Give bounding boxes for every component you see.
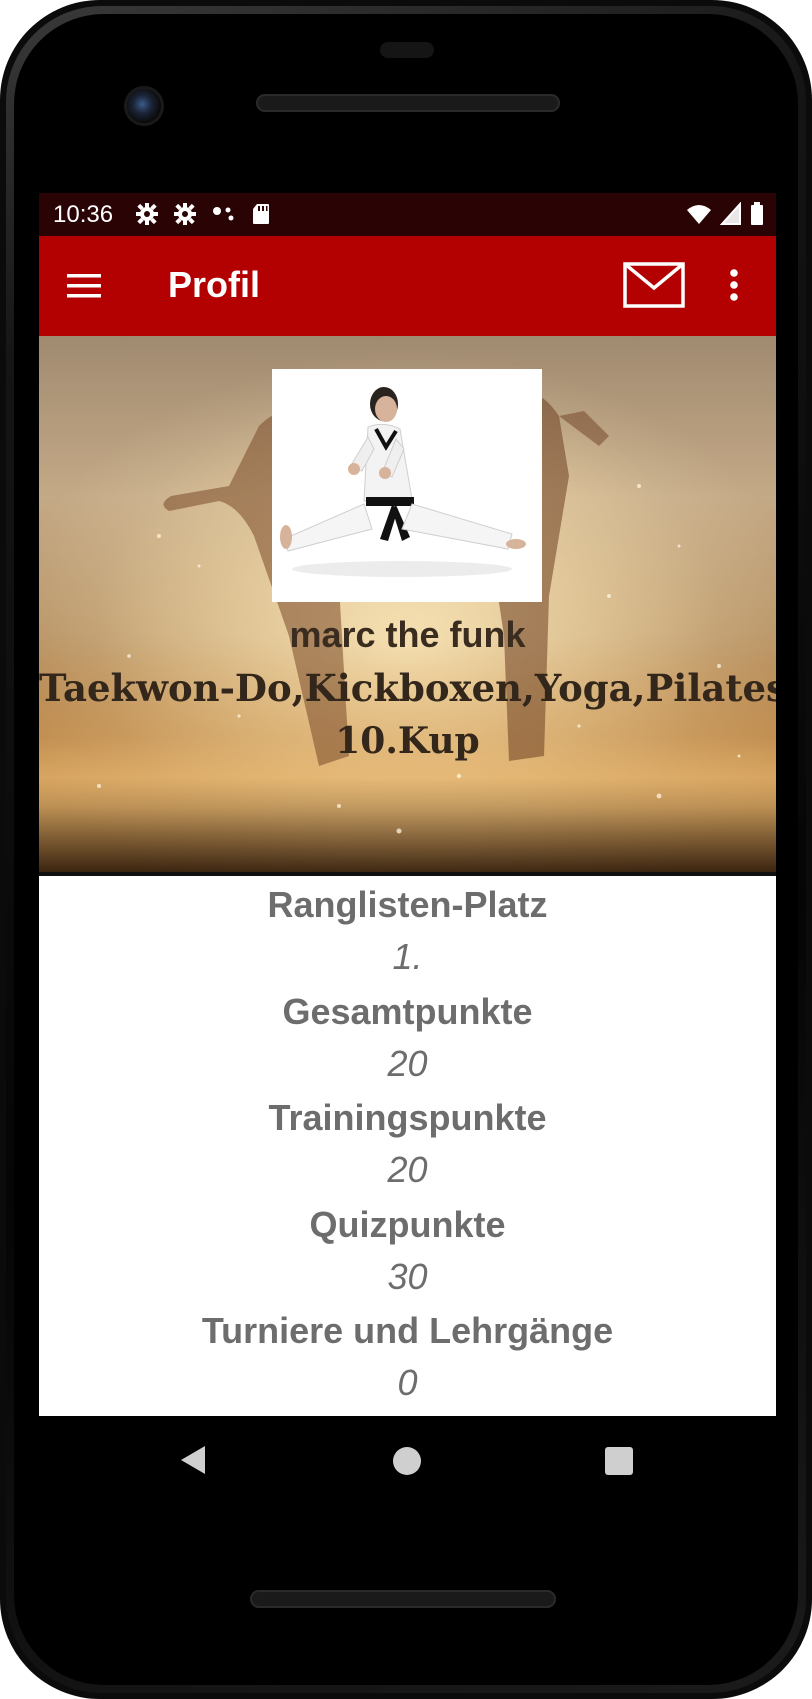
mail-envelope-icon [623, 262, 685, 308]
stat-value-quiz-points: 30 [387, 1256, 428, 1297]
overflow-menu-button[interactable] [719, 262, 749, 308]
front-camera [127, 89, 161, 123]
back-button[interactable] [175, 1440, 215, 1480]
bottom-speaker [250, 1590, 556, 1608]
status-bar: 10:36 [39, 193, 776, 236]
stats-panel: Ranglisten-Platz 1. Gesamtpunkte 20 Trai… [39, 876, 776, 1416]
page-title: Profil [168, 264, 261, 305]
stat-value-ranking: 1. [392, 936, 423, 977]
stat-value-total-points: 20 [387, 1043, 428, 1084]
profile-header: marc the funk Taekwon-Do,Kickboxen,Yoga,… [39, 336, 776, 872]
more-vertical-icon [730, 269, 738, 301]
stat-label-quiz-points: Quizpunkte [309, 1204, 506, 1245]
screen: 10:36 Profil marc the funk Taekwon-Do,Ki… [39, 193, 776, 1416]
wifi-icon [687, 205, 711, 224]
recent-apps-square-icon [605, 1447, 633, 1475]
system-navigation-bar [39, 1416, 776, 1506]
profile-sports: Taekwon-Do,Kickboxen,Yoga,Pilates [39, 666, 776, 710]
home-button[interactable] [388, 1442, 426, 1480]
proximity-sensor [380, 42, 434, 58]
status-icons-left [135, 202, 271, 226]
stat-value-training-points: 20 [387, 1149, 428, 1190]
menu-button[interactable] [61, 263, 107, 309]
home-circle-icon [393, 1447, 421, 1475]
recent-apps-button[interactable] [600, 1442, 638, 1480]
back-triangle-icon [181, 1446, 205, 1474]
settings-gear-icon [136, 203, 158, 225]
dots-icon [213, 207, 234, 221]
battery-icon [751, 202, 763, 225]
phone-frame: 10:36 Profil marc the funk Taekwon-Do,Ki… [0, 0, 812, 1699]
stat-label-tournaments: Turniere und Lehrgänge [201, 1310, 614, 1351]
signal-icon [720, 202, 741, 225]
settings-gear-icon [174, 203, 196, 225]
messages-button[interactable] [623, 262, 685, 308]
sd-card-icon [253, 204, 269, 224]
stat-label-ranking: Ranglisten-Platz [267, 884, 548, 925]
app-bar: Profil [39, 236, 776, 336]
profile-name: marc the funk [289, 614, 526, 655]
earpiece-speaker [256, 94, 560, 112]
profile-rank: 10.Kup [335, 720, 480, 762]
stat-label-total-points: Gesamtpunkte [282, 991, 533, 1032]
hamburger-menu-icon [67, 274, 101, 298]
taekwondo-athlete-photo [272, 369, 542, 602]
stat-label-training-points: Trainingspunkte [268, 1097, 547, 1138]
stat-value-tournaments: 0 [397, 1362, 418, 1403]
status-time: 10:36 [53, 201, 114, 228]
status-icons-right [686, 202, 764, 226]
profile-avatar [272, 369, 542, 602]
